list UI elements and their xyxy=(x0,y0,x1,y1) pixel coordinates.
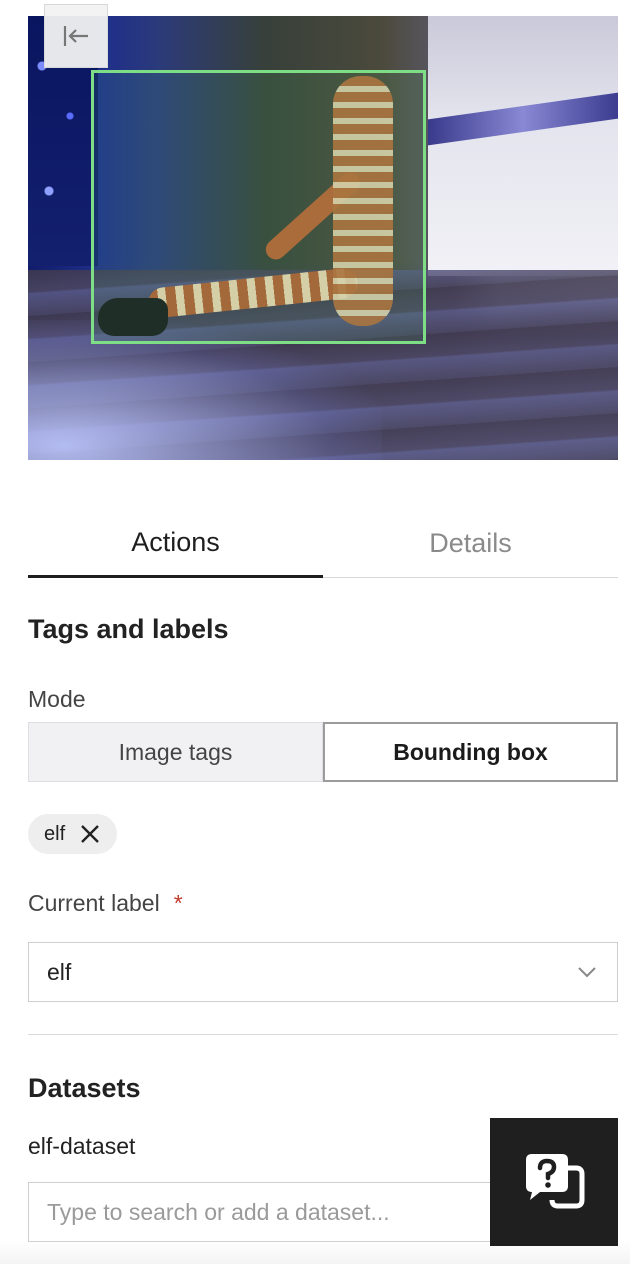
section-divider xyxy=(28,1034,618,1035)
mode-bounding-box-button[interactable]: Bounding box xyxy=(323,722,618,782)
arrow-left-to-line-icon xyxy=(63,26,88,46)
help-chat-icon xyxy=(526,1154,585,1209)
dataset-item: elf-dataset xyxy=(28,1133,136,1159)
required-marker: * xyxy=(173,890,183,916)
current-label-select[interactable]: elf xyxy=(28,942,618,1002)
mode-label: Mode xyxy=(28,686,86,712)
current-label-text: Current label xyxy=(28,890,160,916)
tab-actions[interactable]: Actions xyxy=(28,510,323,578)
chevron-down-icon xyxy=(578,967,596,978)
wall-region xyxy=(428,16,618,276)
label-chip-text: elf xyxy=(44,822,66,845)
current-label-field-label: Current label * xyxy=(28,890,183,917)
label-chip: elf xyxy=(28,814,118,854)
dataset-search-input[interactable] xyxy=(28,1182,548,1242)
datasets-heading: Datasets xyxy=(28,1073,141,1103)
collapse-panel-button[interactable] xyxy=(44,4,108,68)
tags-and-labels-heading: Tags and labels xyxy=(28,614,229,644)
bounding-box-elf[interactable] xyxy=(91,70,426,344)
mode-toggle-group: Image tags Bounding box xyxy=(28,722,618,782)
current-label-value: elf xyxy=(47,958,72,985)
panel-tabs: Actions Details xyxy=(28,510,618,578)
help-button[interactable] xyxy=(490,1118,618,1246)
mode-image-tags-button[interactable]: Image tags xyxy=(28,722,323,782)
tab-details[interactable]: Details xyxy=(323,510,618,577)
close-icon[interactable] xyxy=(79,823,101,845)
